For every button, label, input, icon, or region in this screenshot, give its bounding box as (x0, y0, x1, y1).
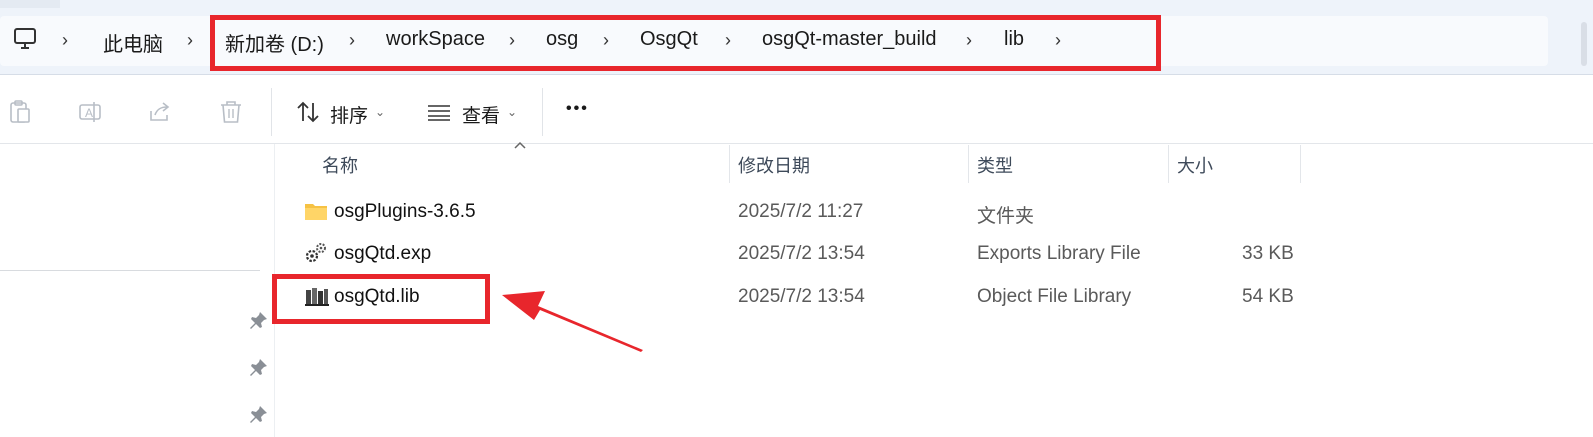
column-separator[interactable] (968, 145, 969, 183)
breadcrumb-workspace[interactable]: workSpace (386, 28, 485, 51)
pin-icon[interactable] (249, 310, 269, 330)
column-header-type[interactable]: 类型 (977, 152, 1013, 178)
chevron-right-icon[interactable]: › (1055, 30, 1069, 50)
file-name[interactable]: osgPlugins-3.6.5 (334, 201, 476, 223)
exp-file-icon (305, 243, 326, 263)
chevron-right-icon[interactable]: › (62, 30, 76, 50)
lib-file-icon (305, 288, 329, 306)
file-size: 33 KB (1242, 243, 1294, 264)
view-dropdown-caret-icon[interactable]: ⌄ (507, 105, 517, 119)
sort-dropdown-caret-icon[interactable]: ⌄ (375, 105, 385, 119)
toolbar-separator (542, 88, 543, 136)
chevron-right-icon[interactable]: › (349, 30, 363, 50)
share-icon[interactable] (147, 99, 173, 125)
this-pc-icon[interactable] (12, 26, 38, 52)
column-separator[interactable] (1300, 145, 1301, 183)
title-strip (0, 0, 1593, 8)
toolbar-separator (271, 88, 272, 136)
address-scrollbar[interactable] (1581, 22, 1587, 66)
column-header-name[interactable]: 名称 (322, 152, 358, 178)
file-modified: 2025/7/2 13:54 (738, 286, 865, 307)
column-header-modified[interactable]: 修改日期 (738, 152, 810, 178)
sort-ascending-caret-icon (514, 141, 526, 149)
window-tab[interactable] (0, 0, 60, 8)
svg-text:A: A (85, 106, 93, 120)
breadcrumb-this-pc[interactable]: 此电脑 (103, 28, 163, 57)
file-type: Object File Library (977, 286, 1132, 307)
sort-button[interactable]: 排序 (330, 101, 368, 128)
view-icon[interactable] (426, 99, 452, 125)
file-type: Exports Library File (977, 243, 1141, 264)
chevron-right-icon[interactable]: › (725, 30, 739, 50)
column-separator[interactable] (729, 145, 730, 183)
chevron-right-icon[interactable]: › (603, 30, 617, 50)
file-modified: 2025/7/2 11:27 (738, 201, 864, 222)
file-size: 54 KB (1242, 286, 1294, 307)
file-modified: 2025/7/2 13:54 (738, 243, 865, 264)
delete-icon[interactable] (218, 99, 244, 125)
pin-icon[interactable] (249, 357, 269, 377)
pin-icon[interactable] (249, 404, 269, 424)
view-button[interactable]: 查看 (462, 101, 500, 128)
file-type: 文件夹 (977, 206, 1035, 227)
more-options-button[interactable]: ••• (566, 100, 589, 118)
chevron-right-icon[interactable]: › (966, 30, 980, 50)
chevron-right-icon[interactable]: › (509, 30, 523, 50)
folder-icon (305, 204, 327, 220)
column-separator[interactable] (1168, 145, 1169, 183)
breadcrumb-drive-d[interactable]: 新加卷 (D:) (225, 28, 324, 57)
breadcrumb-osg[interactable]: osg (546, 28, 578, 51)
chevron-right-icon[interactable]: › (187, 30, 201, 50)
breadcrumb-osgqt[interactable]: OsgQt (640, 28, 698, 51)
file-name[interactable]: osgQtd.exp (334, 243, 431, 265)
navigation-pane (0, 144, 275, 437)
file-name[interactable]: osgQtd.lib (334, 286, 420, 308)
nav-divider (0, 270, 260, 271)
breadcrumb-osgqt-master-build[interactable]: osgQt-master_build (762, 28, 937, 51)
breadcrumb-lib[interactable]: lib (1004, 28, 1024, 51)
sort-icon[interactable] (295, 99, 321, 125)
column-header-size[interactable]: 大小 (1177, 152, 1213, 178)
paste-icon[interactable] (7, 99, 33, 125)
rename-icon[interactable]: A (77, 99, 103, 125)
